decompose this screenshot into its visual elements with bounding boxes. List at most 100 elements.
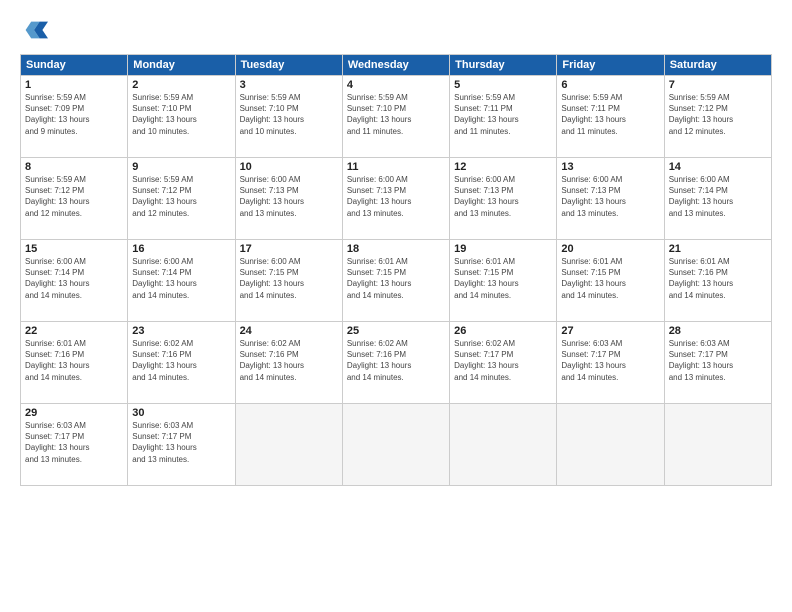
day-info: Sunrise: 6:02 AM Sunset: 7:16 PM Dayligh… xyxy=(347,338,445,383)
day-info: Sunrise: 5:59 AM Sunset: 7:12 PM Dayligh… xyxy=(669,92,767,137)
table-row: 11Sunrise: 6:00 AM Sunset: 7:13 PM Dayli… xyxy=(342,158,449,240)
table-row: 12Sunrise: 6:00 AM Sunset: 7:13 PM Dayli… xyxy=(450,158,557,240)
table-row: 27Sunrise: 6:03 AM Sunset: 7:17 PM Dayli… xyxy=(557,322,664,404)
day-number: 14 xyxy=(669,161,767,173)
day-number: 26 xyxy=(454,325,552,337)
day-number: 15 xyxy=(25,243,123,255)
day-info: Sunrise: 5:59 AM Sunset: 7:09 PM Dayligh… xyxy=(25,92,123,137)
day-number: 25 xyxy=(347,325,445,337)
day-number: 29 xyxy=(25,407,123,419)
table-row: 2Sunrise: 5:59 AM Sunset: 7:10 PM Daylig… xyxy=(128,76,235,158)
table-row: 14Sunrise: 6:00 AM Sunset: 7:14 PM Dayli… xyxy=(664,158,771,240)
day-number: 24 xyxy=(240,325,338,337)
table-row xyxy=(235,404,342,486)
table-row: 7Sunrise: 5:59 AM Sunset: 7:12 PM Daylig… xyxy=(664,76,771,158)
calendar-week-4: 22Sunrise: 6:01 AM Sunset: 7:16 PM Dayli… xyxy=(21,322,772,404)
day-info: Sunrise: 5:59 AM Sunset: 7:11 PM Dayligh… xyxy=(561,92,659,137)
logo xyxy=(20,16,52,44)
day-number: 11 xyxy=(347,161,445,173)
table-row: 20Sunrise: 6:01 AM Sunset: 7:15 PM Dayli… xyxy=(557,240,664,322)
table-row: 30Sunrise: 6:03 AM Sunset: 7:17 PM Dayli… xyxy=(128,404,235,486)
table-row: 9Sunrise: 5:59 AM Sunset: 7:12 PM Daylig… xyxy=(128,158,235,240)
day-number: 17 xyxy=(240,243,338,255)
day-info: Sunrise: 6:01 AM Sunset: 7:16 PM Dayligh… xyxy=(25,338,123,383)
day-info: Sunrise: 6:00 AM Sunset: 7:13 PM Dayligh… xyxy=(347,174,445,219)
day-info: Sunrise: 5:59 AM Sunset: 7:10 PM Dayligh… xyxy=(347,92,445,137)
col-wednesday: Wednesday xyxy=(342,55,449,76)
day-number: 20 xyxy=(561,243,659,255)
table-row: 25Sunrise: 6:02 AM Sunset: 7:16 PM Dayli… xyxy=(342,322,449,404)
table-row xyxy=(450,404,557,486)
logo-icon xyxy=(20,16,48,44)
day-info: Sunrise: 5:59 AM Sunset: 7:12 PM Dayligh… xyxy=(25,174,123,219)
table-row: 28Sunrise: 6:03 AM Sunset: 7:17 PM Dayli… xyxy=(664,322,771,404)
day-number: 9 xyxy=(132,161,230,173)
table-row: 21Sunrise: 6:01 AM Sunset: 7:16 PM Dayli… xyxy=(664,240,771,322)
day-info: Sunrise: 6:00 AM Sunset: 7:14 PM Dayligh… xyxy=(132,256,230,301)
day-info: Sunrise: 6:01 AM Sunset: 7:15 PM Dayligh… xyxy=(347,256,445,301)
day-info: Sunrise: 6:01 AM Sunset: 7:15 PM Dayligh… xyxy=(561,256,659,301)
day-info: Sunrise: 6:00 AM Sunset: 7:14 PM Dayligh… xyxy=(669,174,767,219)
day-info: Sunrise: 6:00 AM Sunset: 7:15 PM Dayligh… xyxy=(240,256,338,301)
day-number: 23 xyxy=(132,325,230,337)
day-number: 30 xyxy=(132,407,230,419)
table-row xyxy=(557,404,664,486)
day-info: Sunrise: 6:02 AM Sunset: 7:16 PM Dayligh… xyxy=(240,338,338,383)
table-row: 10Sunrise: 6:00 AM Sunset: 7:13 PM Dayli… xyxy=(235,158,342,240)
day-number: 18 xyxy=(347,243,445,255)
day-info: Sunrise: 6:00 AM Sunset: 7:14 PM Dayligh… xyxy=(25,256,123,301)
table-row: 4Sunrise: 5:59 AM Sunset: 7:10 PM Daylig… xyxy=(342,76,449,158)
calendar-week-5: 29Sunrise: 6:03 AM Sunset: 7:17 PM Dayli… xyxy=(21,404,772,486)
table-row: 13Sunrise: 6:00 AM Sunset: 7:13 PM Dayli… xyxy=(557,158,664,240)
table-row: 17Sunrise: 6:00 AM Sunset: 7:15 PM Dayli… xyxy=(235,240,342,322)
header xyxy=(20,16,772,44)
calendar-week-2: 8Sunrise: 5:59 AM Sunset: 7:12 PM Daylig… xyxy=(21,158,772,240)
day-info: Sunrise: 6:00 AM Sunset: 7:13 PM Dayligh… xyxy=(240,174,338,219)
col-tuesday: Tuesday xyxy=(235,55,342,76)
day-info: Sunrise: 6:00 AM Sunset: 7:13 PM Dayligh… xyxy=(454,174,552,219)
table-row: 6Sunrise: 5:59 AM Sunset: 7:11 PM Daylig… xyxy=(557,76,664,158)
col-monday: Monday xyxy=(128,55,235,76)
calendar-table: Sunday Monday Tuesday Wednesday Thursday… xyxy=(20,54,772,486)
day-info: Sunrise: 6:01 AM Sunset: 7:15 PM Dayligh… xyxy=(454,256,552,301)
table-row: 1Sunrise: 5:59 AM Sunset: 7:09 PM Daylig… xyxy=(21,76,128,158)
day-info: Sunrise: 6:01 AM Sunset: 7:16 PM Dayligh… xyxy=(669,256,767,301)
table-row xyxy=(664,404,771,486)
col-thursday: Thursday xyxy=(450,55,557,76)
table-row: 29Sunrise: 6:03 AM Sunset: 7:17 PM Dayli… xyxy=(21,404,128,486)
day-number: 10 xyxy=(240,161,338,173)
day-number: 21 xyxy=(669,243,767,255)
day-number: 2 xyxy=(132,79,230,91)
day-info: Sunrise: 5:59 AM Sunset: 7:12 PM Dayligh… xyxy=(132,174,230,219)
table-row: 18Sunrise: 6:01 AM Sunset: 7:15 PM Dayli… xyxy=(342,240,449,322)
day-info: Sunrise: 6:02 AM Sunset: 7:16 PM Dayligh… xyxy=(132,338,230,383)
table-row: 26Sunrise: 6:02 AM Sunset: 7:17 PM Dayli… xyxy=(450,322,557,404)
table-row: 24Sunrise: 6:02 AM Sunset: 7:16 PM Dayli… xyxy=(235,322,342,404)
table-row: 8Sunrise: 5:59 AM Sunset: 7:12 PM Daylig… xyxy=(21,158,128,240)
day-info: Sunrise: 5:59 AM Sunset: 7:10 PM Dayligh… xyxy=(132,92,230,137)
day-number: 13 xyxy=(561,161,659,173)
day-info: Sunrise: 5:59 AM Sunset: 7:10 PM Dayligh… xyxy=(240,92,338,137)
table-row xyxy=(342,404,449,486)
calendar-week-3: 15Sunrise: 6:00 AM Sunset: 7:14 PM Dayli… xyxy=(21,240,772,322)
header-row: Sunday Monday Tuesday Wednesday Thursday… xyxy=(21,55,772,76)
day-number: 1 xyxy=(25,79,123,91)
day-number: 27 xyxy=(561,325,659,337)
table-row: 19Sunrise: 6:01 AM Sunset: 7:15 PM Dayli… xyxy=(450,240,557,322)
day-number: 16 xyxy=(132,243,230,255)
day-info: Sunrise: 6:03 AM Sunset: 7:17 PM Dayligh… xyxy=(25,420,123,465)
col-saturday: Saturday xyxy=(664,55,771,76)
day-number: 8 xyxy=(25,161,123,173)
day-number: 7 xyxy=(669,79,767,91)
table-row: 3Sunrise: 5:59 AM Sunset: 7:10 PM Daylig… xyxy=(235,76,342,158)
col-friday: Friday xyxy=(557,55,664,76)
day-number: 12 xyxy=(454,161,552,173)
day-info: Sunrise: 6:03 AM Sunset: 7:17 PM Dayligh… xyxy=(132,420,230,465)
day-number: 5 xyxy=(454,79,552,91)
day-number: 28 xyxy=(669,325,767,337)
day-number: 19 xyxy=(454,243,552,255)
day-number: 22 xyxy=(25,325,123,337)
page: Sunday Monday Tuesday Wednesday Thursday… xyxy=(0,0,792,612)
day-number: 4 xyxy=(347,79,445,91)
col-sunday: Sunday xyxy=(21,55,128,76)
